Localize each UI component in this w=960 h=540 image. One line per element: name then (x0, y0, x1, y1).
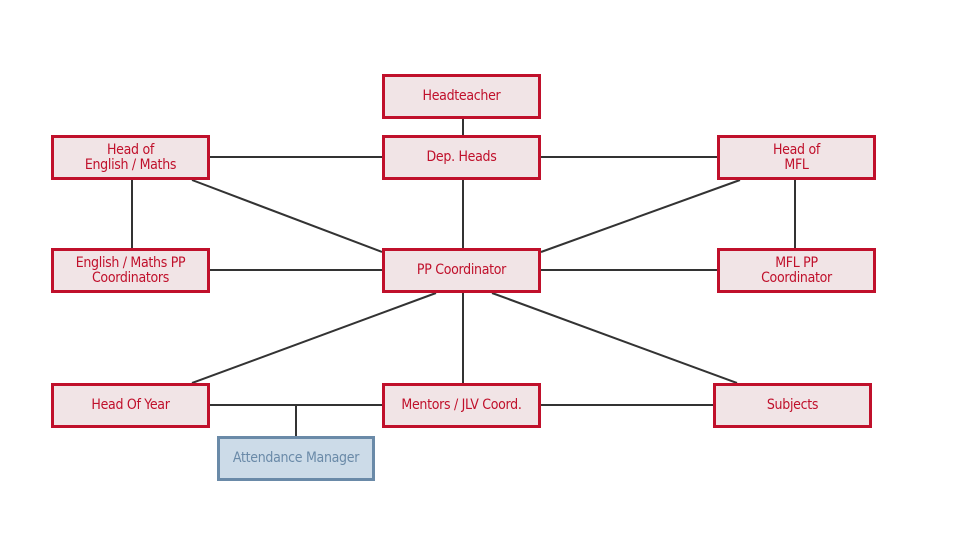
node-label: English / Maths PP Coordinators (75, 254, 186, 286)
node-mfl-pp: MFL PP Coordinator (717, 248, 876, 293)
node-label: Headteacher (422, 88, 501, 104)
node-attendance-manager: Attendance Manager (217, 436, 375, 481)
node-label: Subjects (766, 397, 819, 413)
node-subjects: Subjects (713, 383, 872, 428)
node-label: Attendance Manager (232, 450, 360, 466)
node-label: Head of MFL (773, 141, 820, 173)
node-label: Head of English / Maths (84, 141, 177, 173)
connector-head-mfl-pp-coordinator (540, 179, 741, 253)
node-label: Mentors / JLV Coord. (401, 397, 522, 413)
node-pp-coordinator: PP Coordinator (382, 248, 541, 293)
node-head-mfl: Head of MFL (717, 135, 876, 180)
node-dep-heads: Dep. Heads (382, 135, 541, 180)
node-headteacher: Headteacher (382, 74, 541, 119)
node-label: Head Of Year (91, 397, 170, 413)
connector-head-eng-maths-pp-coordinator (191, 179, 383, 253)
node-head-of-year: Head Of Year (51, 383, 210, 428)
connector-pp-coordinator-head-of-year (191, 292, 437, 384)
node-label: PP Coordinator (416, 262, 507, 278)
node-label: Dep. Heads (426, 149, 497, 165)
node-eng-maths-pp: English / Maths PP Coordinators (51, 248, 210, 293)
node-head-eng-maths: Head of English / Maths (51, 135, 210, 180)
node-label: MFL PP Coordinator (761, 254, 832, 286)
node-mentors: Mentors / JLV Coord. (382, 383, 541, 428)
connector-pp-coordinator-subjects (491, 292, 738, 384)
